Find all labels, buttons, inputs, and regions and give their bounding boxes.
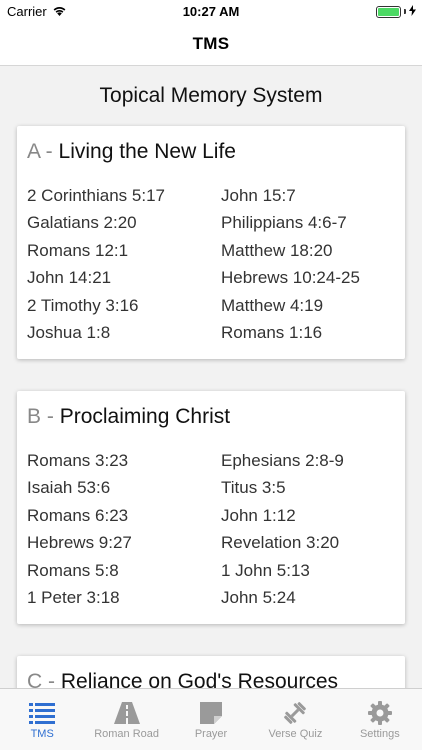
verse-item[interactable]: Romans 12:1 xyxy=(27,237,221,264)
note-icon xyxy=(198,701,224,725)
verse-item[interactable]: Revelation 3:20 xyxy=(221,529,397,556)
verse-item[interactable]: Romans 6:23 xyxy=(27,502,221,529)
section-card-c[interactable]: C - Reliance on God's Resources xyxy=(17,656,405,688)
section-title: C - Reliance on God's Resources xyxy=(27,670,338,688)
status-right xyxy=(376,4,416,19)
charging-bolt-icon xyxy=(409,4,416,19)
verse-item[interactable]: 2 Corinthians 5:17 xyxy=(27,182,221,209)
tab-settings[interactable]: Settings xyxy=(338,689,422,750)
gear-icon xyxy=(367,701,393,725)
tab-prayer[interactable]: Prayer xyxy=(169,689,253,750)
verse-item[interactable]: Philippians 4:6-7 xyxy=(221,209,397,236)
tab-roman-road[interactable]: Roman Road xyxy=(84,689,168,750)
verse-item[interactable]: Ephesians 2:8-9 xyxy=(221,447,397,474)
verse-item[interactable]: 2 Timothy 3:16 xyxy=(27,292,221,319)
verse-item[interactable]: John 14:21 xyxy=(27,264,221,291)
verse-list: 2 Corinthians 5:17 John 15:7 Galatians 2… xyxy=(27,182,397,346)
verse-item[interactable]: Hebrews 9:27 xyxy=(27,529,221,556)
verse-item[interactable]: Matthew 18:20 xyxy=(221,237,397,264)
section-card-b[interactable]: B - Proclaiming Christ Romans 3:23 Ephes… xyxy=(17,391,405,624)
verse-item[interactable]: John 5:24 xyxy=(221,584,397,611)
tab-label: Verse Quiz xyxy=(268,728,323,740)
verse-item[interactable]: Romans 1:16 xyxy=(221,319,397,346)
verse-item[interactable]: 1 John 5:13 xyxy=(221,557,397,584)
section-card-a[interactable]: A - Living the New Life 2 Corinthians 5:… xyxy=(17,126,405,359)
tab-label: TMS xyxy=(30,728,54,740)
section-letter: C - xyxy=(27,670,55,688)
verse-item[interactable]: 1 Peter 3:18 xyxy=(27,584,221,611)
section-name: Reliance on God's Resources xyxy=(60,670,338,688)
tab-label: Roman Road xyxy=(94,728,160,740)
page-heading: Topical Memory System xyxy=(99,84,323,107)
battery-tip xyxy=(404,9,406,14)
tab-label: Settings xyxy=(359,728,400,740)
section-letter: B - xyxy=(27,405,54,428)
section-title: A - Living the New Life xyxy=(27,140,236,164)
status-bar: Carrier 10:27 AM xyxy=(0,0,422,22)
section-title: B - Proclaiming Christ xyxy=(27,405,230,429)
section-name: Proclaiming Christ xyxy=(59,405,231,428)
verse-item[interactable]: John 15:7 xyxy=(221,182,397,209)
status-time: 10:27 AM xyxy=(182,4,240,19)
verse-item[interactable]: John 1:12 xyxy=(221,502,397,529)
tab-label: Prayer xyxy=(194,728,228,740)
verse-item[interactable]: Romans 3:23 xyxy=(27,447,221,474)
section-name: Living the New Life xyxy=(58,140,236,163)
verse-item[interactable]: Joshua 1:8 xyxy=(27,319,221,346)
verse-item[interactable]: Titus 3:5 xyxy=(221,474,397,501)
verse-item[interactable]: Romans 5:8 xyxy=(27,557,221,584)
battery-icon xyxy=(376,5,401,18)
content-scroll[interactable]: Topical Memory System A - Living the New… xyxy=(0,67,422,688)
verse-item[interactable]: Galatians 2:20 xyxy=(27,209,221,236)
verse-list: Romans 3:23 Ephesians 2:8-9 Isaiah 53:6 … xyxy=(27,447,397,611)
section-letter: A - xyxy=(27,140,53,163)
nav-title: TMS xyxy=(192,33,230,53)
dumbbell-icon xyxy=(282,701,308,725)
nav-bar: TMS xyxy=(0,22,422,66)
list-icon xyxy=(29,701,56,725)
verse-item[interactable]: Matthew 4:19 xyxy=(221,292,397,319)
tab-verse-quiz[interactable]: Verse Quiz xyxy=(253,689,337,750)
road-icon xyxy=(113,701,140,725)
verse-item[interactable]: Isaiah 53:6 xyxy=(27,474,221,501)
tab-bar: TMS Roman Road Prayer Verse Quiz Setting… xyxy=(0,688,422,750)
tab-tms[interactable]: TMS xyxy=(0,689,84,750)
verse-item[interactable]: Hebrews 10:24-25 xyxy=(221,264,397,291)
